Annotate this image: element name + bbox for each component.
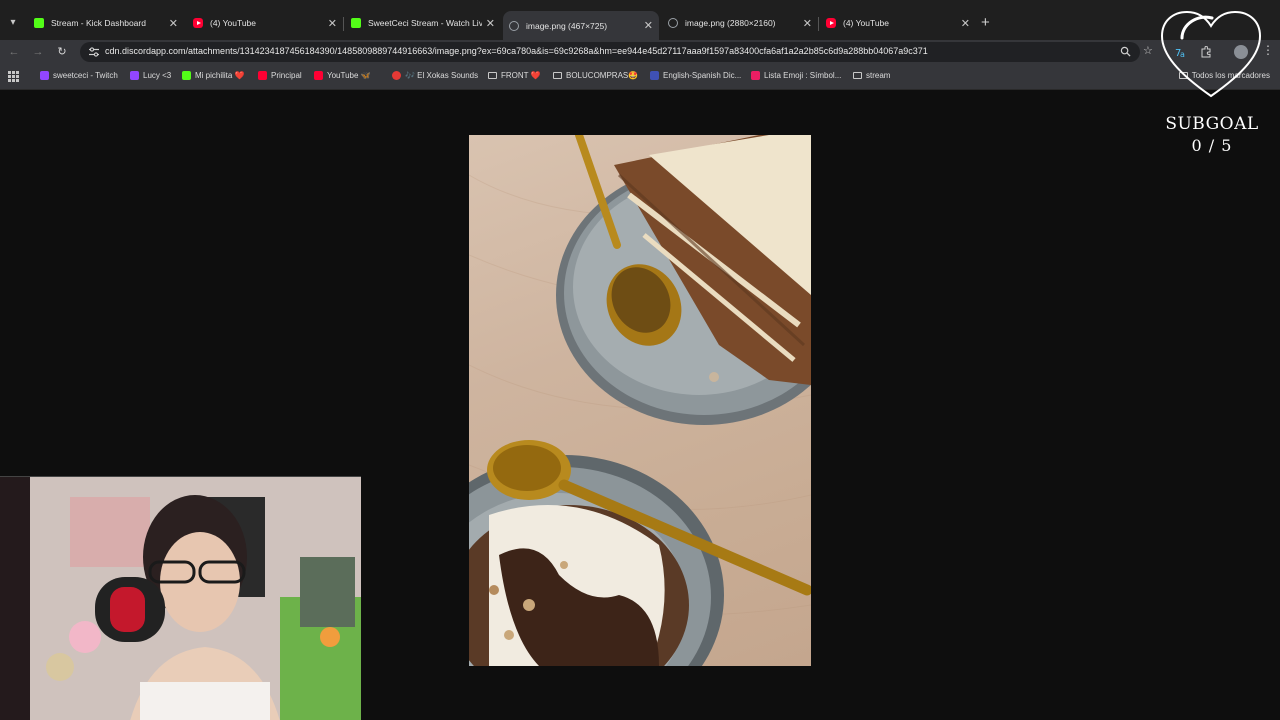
close-icon[interactable]: ✕ (328, 17, 337, 30)
bookmark-label: FRONT ❤️ (501, 71, 541, 80)
apps-grid-icon[interactable] (8, 71, 19, 82)
youtube-icon (826, 18, 836, 28)
youtube-icon (258, 71, 267, 80)
bookmark-english-spanish[interactable]: English-Spanish Dic... (650, 71, 741, 80)
reload-icon[interactable]: ↻ (54, 44, 70, 60)
tab-search-icon[interactable]: ▾ (4, 14, 22, 32)
browser-toolbar: ← → ↻ cdn.discordapp.com/attachments/131… (0, 40, 1280, 64)
bookmark-label: sweetceci - Twitch (53, 71, 118, 80)
tab-title: (4) YouTube (843, 18, 889, 28)
youtube-icon (193, 18, 203, 28)
tab-image-2880[interactable]: image.png (2880×2160) ✕ (662, 11, 818, 35)
twitch-icon (40, 71, 49, 80)
bookmark-sweetceci-twitch[interactable]: sweetceci - Twitch (40, 71, 118, 80)
bookmark-principal[interactable]: Principal (258, 71, 302, 80)
kick-icon (351, 18, 361, 28)
site-info-icon[interactable] (88, 46, 100, 58)
bookmark-label: Principal (271, 71, 302, 80)
tab-sweetceci-stream[interactable]: SweetCeci Stream - Watch Live ✕ (345, 11, 501, 35)
address-bar[interactable]: cdn.discordapp.com/attachments/131423418… (80, 42, 1140, 62)
flash-icon (751, 71, 760, 80)
food-photo[interactable] (469, 135, 811, 666)
bookmark-folder-stream[interactable]: stream (853, 71, 890, 80)
kick-icon (34, 18, 44, 28)
zoom-icon[interactable] (1120, 46, 1131, 57)
tab-youtube-2[interactable]: (4) YouTube ✕ (820, 11, 976, 35)
close-icon[interactable]: ✕ (644, 19, 653, 32)
red-dot-icon (392, 71, 401, 80)
tab-youtube[interactable]: (4) YouTube ✕ (187, 11, 343, 35)
bookmark-label: Mi pichilita ❤️ (195, 71, 245, 80)
bookmarks-bar: sweetceci - Twitch Lucy <3 Mi pichilita … (0, 64, 1280, 90)
globe-icon (509, 20, 519, 31)
streamer-webcam-image (0, 477, 361, 720)
bookmark-youtube[interactable]: YouTube 🦋 (314, 71, 371, 80)
tab-title: image.png (2880×2160) (685, 18, 776, 28)
heart-outline-icon (1160, 10, 1262, 98)
bookmark-label: BOLUCOMPRAS🤩 (566, 71, 639, 80)
twitch-icon (130, 71, 139, 80)
close-icon[interactable]: ✕ (803, 17, 812, 30)
url-text: cdn.discordapp.com/attachments/131423418… (105, 46, 928, 56)
forward-icon[interactable]: → (30, 44, 46, 60)
tab-title: Stream - Kick Dashboard (51, 18, 146, 28)
bookmark-label: Lista Emoji : Símbol... (764, 71, 842, 80)
youtube-icon (314, 71, 323, 80)
back-icon[interactable]: ← (6, 44, 22, 60)
close-icon[interactable]: ✕ (961, 17, 970, 30)
folder-icon (853, 72, 862, 79)
kick-icon (182, 71, 191, 80)
bookmark-label: YouTube 🦋 (327, 71, 371, 80)
bookmark-label: stream (866, 71, 891, 80)
close-icon[interactable]: ✕ (169, 17, 178, 30)
bookmark-lucy[interactable]: Lucy <3 (130, 71, 171, 80)
bookmark-label: Lucy <3 (143, 71, 172, 80)
tab-title: image.png (467×725) (526, 20, 608, 31)
cake-plates-image (469, 135, 811, 666)
close-icon[interactable]: ✕ (486, 17, 495, 30)
k-icon (650, 71, 659, 80)
subgoal-widget: SUBGOAL 0 / 5 (1150, 114, 1274, 155)
bookmark-folder-bolucompras[interactable]: BOLUCOMPRAS🤩 (553, 71, 638, 80)
tab-divider (818, 17, 819, 31)
bookmark-star-icon[interactable]: ☆ (1143, 44, 1153, 57)
tab-image-467[interactable]: image.png (467×725) ✕ (503, 11, 659, 40)
tab-title: SweetCeci Stream - Watch Live (368, 18, 482, 28)
tab-strip: ▾ Stream - Kick Dashboard ✕ (4) YouTube … (0, 0, 1280, 40)
tab-title: (4) YouTube (210, 18, 256, 28)
webcam-feed (0, 476, 361, 720)
globe-icon (668, 18, 678, 28)
bookmark-folder-front[interactable]: FRONT ❤️ (488, 71, 541, 80)
subgoal-label: SUBGOAL (1165, 114, 1259, 134)
new-tab-icon[interactable]: + (981, 14, 990, 31)
folder-icon (488, 72, 497, 79)
bookmark-label: 🎶 El Xokas Sounds (405, 71, 479, 80)
folder-icon (553, 72, 562, 79)
tab-kick-dashboard[interactable]: Stream - Kick Dashboard ✕ (28, 11, 184, 35)
subgoal-count: 0 / 5 (1191, 136, 1233, 155)
tab-divider (343, 17, 344, 31)
bookmark-label: English-Spanish Dic... (663, 71, 742, 80)
bookmark-mi-pichilita[interactable]: Mi pichilita ❤️ (182, 71, 245, 80)
bookmark-el-xokas-sounds[interactable]: 🎶 El Xokas Sounds (392, 71, 478, 80)
bookmark-lista-emoji[interactable]: Lista Emoji : Símbol... (751, 71, 841, 80)
